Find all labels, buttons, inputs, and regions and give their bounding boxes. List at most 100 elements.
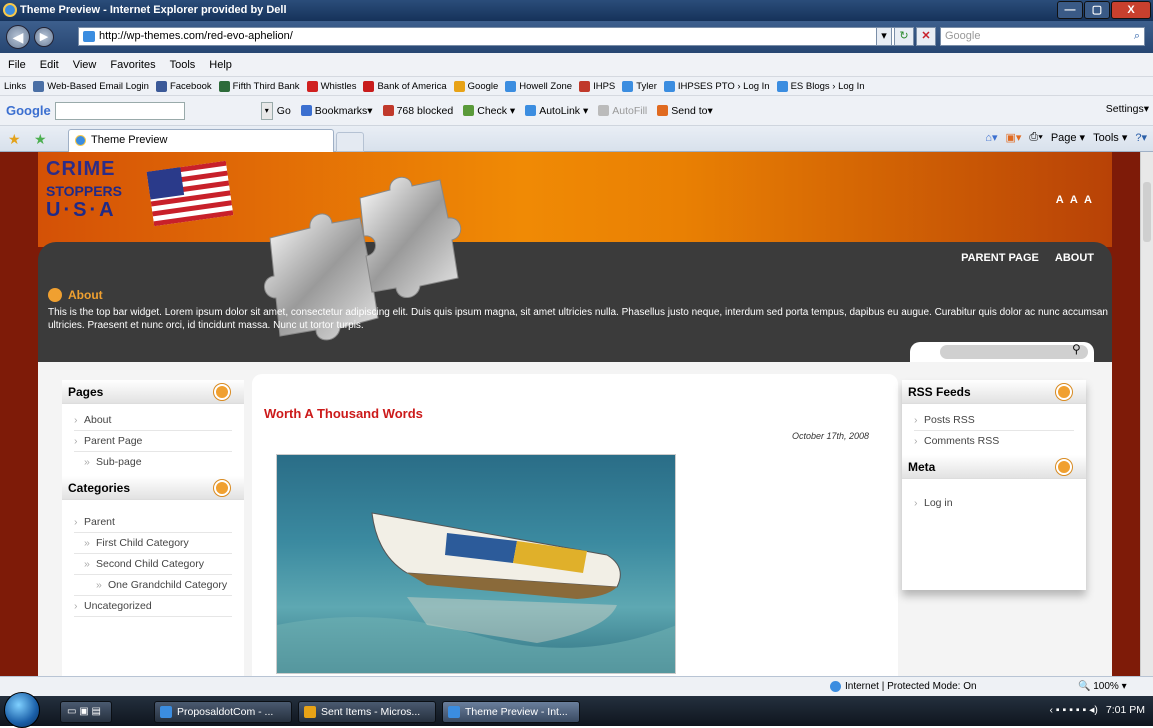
link-tyler[interactable]: Tyler bbox=[622, 80, 657, 92]
post-image-rowboat[interactable] bbox=[276, 454, 676, 674]
menu-file[interactable]: File bbox=[8, 59, 26, 71]
category-grandchild[interactable]: One Grandchild Category bbox=[74, 575, 232, 596]
menu-tools[interactable]: Tools bbox=[170, 59, 196, 71]
rss-title: RSS Feeds bbox=[908, 385, 971, 399]
google-go-button[interactable]: Go bbox=[277, 105, 291, 117]
widget-title-pages: Pages bbox=[62, 380, 244, 404]
google-dropdown-icon[interactable]: ▾ bbox=[260, 101, 273, 120]
link-web-email[interactable]: Web-Based Email Login bbox=[33, 80, 149, 92]
link-fifth-third[interactable]: Fifth Third Bank bbox=[218, 80, 300, 92]
ie-icon bbox=[75, 135, 86, 146]
home-icon[interactable]: ⌂▾ bbox=[985, 131, 997, 144]
new-tab-button[interactable] bbox=[336, 132, 364, 152]
ie-icon bbox=[622, 80, 634, 92]
taskbar-proposal[interactable]: ProposaldotCom - ... bbox=[154, 701, 292, 723]
refresh-icon[interactable]: ↻ bbox=[894, 27, 914, 46]
back-button[interactable]: ◀ bbox=[6, 25, 30, 49]
about-text: This is the top bar widget. Lorem ipsum … bbox=[48, 307, 1108, 331]
toolbar-popup-blocker[interactable]: 768 blocked bbox=[382, 105, 453, 117]
link-ihps[interactable]: IHPS bbox=[579, 80, 615, 92]
quick-launch[interactable]: ▭ ▣ ▤ bbox=[60, 701, 112, 723]
taskbar-outlook[interactable]: Sent Items - Micros... bbox=[298, 701, 436, 723]
menu-view[interactable]: View bbox=[73, 59, 97, 71]
search-input[interactable]: Google ⌕ bbox=[940, 27, 1145, 46]
tools-menu[interactable]: Tools ▾ bbox=[1093, 131, 1127, 144]
categories-list: Parent First Child Category Second Child… bbox=[62, 500, 244, 621]
toolbar-autolink[interactable]: AutoLink ▾ bbox=[525, 105, 588, 117]
menu-help[interactable]: Help bbox=[209, 59, 232, 71]
block-icon bbox=[382, 105, 394, 116]
zoom-level[interactable]: 🔍 100% ▾ bbox=[1078, 681, 1127, 692]
tab-theme-preview[interactable]: Theme Preview bbox=[68, 129, 334, 152]
link-es-blogs[interactable]: ES Blogs › Log In bbox=[776, 80, 865, 92]
page-link-subpage[interactable]: Sub-page bbox=[74, 452, 232, 472]
help-icon[interactable]: ?▾ bbox=[1135, 131, 1147, 144]
maximize-button[interactable]: ▢ bbox=[1084, 1, 1110, 19]
clock[interactable]: 7:01 PM bbox=[1106, 704, 1145, 716]
minimize-button[interactable]: — bbox=[1057, 1, 1083, 19]
text-size-controls[interactable]: A A A bbox=[1056, 194, 1094, 206]
chevron-down-icon[interactable] bbox=[214, 384, 230, 400]
link-whistles[interactable]: Whistles bbox=[306, 80, 356, 92]
nav-about[interactable]: ABOUT bbox=[1055, 252, 1094, 264]
menu-favorites[interactable]: Favorites bbox=[110, 59, 155, 71]
start-button[interactable] bbox=[4, 692, 40, 728]
site-search-icon[interactable]: ⚲ bbox=[1072, 342, 1081, 356]
add-favorite-icon[interactable]: ★ bbox=[34, 131, 47, 148]
nav-parent-page[interactable]: PARENT PAGE bbox=[961, 252, 1039, 264]
category-uncategorized[interactable]: Uncategorized bbox=[74, 596, 232, 617]
forward-button[interactable]: ▶ bbox=[34, 27, 54, 47]
toolbar-autofill[interactable]: AutoFill bbox=[598, 105, 647, 117]
search-icon[interactable]: ⌕ bbox=[1134, 28, 1140, 45]
link-google[interactable]: Google bbox=[453, 80, 498, 92]
menu-edit[interactable]: Edit bbox=[40, 59, 59, 71]
feeds-icon[interactable]: ▣▾ bbox=[1005, 131, 1021, 144]
vertical-scrollbar[interactable] bbox=[1140, 152, 1153, 676]
favorites-star-icon[interactable]: ★ bbox=[8, 131, 21, 148]
page-link-about[interactable]: About bbox=[74, 410, 232, 431]
rss-list: Posts RSS Comments RSS bbox=[902, 404, 1086, 455]
post-title[interactable]: Worth A Thousand Words bbox=[264, 406, 423, 421]
security-zone[interactable]: Internet | Protected Mode: On bbox=[830, 681, 977, 692]
google-settings-button[interactable]: Settings▾ bbox=[1106, 103, 1149, 115]
site-search-input[interactable] bbox=[940, 345, 1088, 359]
print-icon[interactable]: ⎙▾ bbox=[1029, 131, 1042, 144]
link-label: Howell Zone bbox=[519, 80, 573, 92]
toolbar-label: AutoLink ▾ bbox=[539, 104, 589, 117]
toolbar-send-to[interactable]: Send to▾ bbox=[657, 105, 713, 117]
category-first-child[interactable]: First Child Category bbox=[74, 533, 232, 554]
chevron-down-icon[interactable] bbox=[1056, 459, 1072, 475]
close-button[interactable]: X bbox=[1111, 1, 1151, 19]
address-dropdown-icon[interactable]: ▾ bbox=[876, 27, 892, 46]
meta-login-link[interactable]: Log in bbox=[914, 493, 1074, 513]
rss-comments-link[interactable]: Comments RSS bbox=[914, 431, 1074, 451]
link-label: Bank of America bbox=[377, 80, 447, 92]
link-ihpses-pto[interactable]: IHPSES PTO › Log In bbox=[663, 80, 770, 92]
link-bank-of-america[interactable]: Bank of America bbox=[363, 80, 447, 92]
google-search-input[interactable] bbox=[54, 101, 185, 120]
toolbar-spellcheck[interactable]: Check ▾ bbox=[463, 105, 515, 117]
tray-icons[interactable]: ‹ ▪ ▪ ▪ ▪ ▪ ◂) bbox=[1050, 704, 1098, 716]
toolbar-label: Check ▾ bbox=[477, 104, 516, 117]
chevron-down-icon[interactable] bbox=[214, 480, 230, 496]
post-date: October 17th, 2008 bbox=[792, 431, 870, 441]
address-url: http://wp-themes.com/red-evo-aphelion/ bbox=[99, 30, 293, 42]
about-chevron-icon bbox=[48, 288, 62, 302]
taskbar-theme-preview[interactable]: Theme Preview - Int... bbox=[442, 701, 580, 723]
category-parent[interactable]: Parent bbox=[74, 512, 232, 533]
category-second-child[interactable]: Second Child Category bbox=[74, 554, 232, 575]
scrollbar-thumb[interactable] bbox=[1143, 182, 1151, 242]
toolbar-bookmarks[interactable]: Bookmarks▾ bbox=[300, 105, 373, 117]
stop-icon[interactable]: ✕ bbox=[916, 27, 936, 46]
rss-posts-link[interactable]: Posts RSS bbox=[914, 410, 1074, 431]
address-bar[interactable]: http://wp-themes.com/red-evo-aphelion/ bbox=[78, 27, 912, 46]
chevron-down-icon[interactable] bbox=[1056, 384, 1072, 400]
page-link-parent[interactable]: Parent Page bbox=[74, 431, 232, 452]
widget-title-categories: Categories bbox=[62, 476, 244, 500]
link-howell-zone[interactable]: Howell Zone bbox=[505, 80, 573, 92]
link-facebook[interactable]: Facebook bbox=[155, 80, 212, 92]
tab-row: ★ ★ Theme Preview ⌂▾ ▣▾ ⎙▾ Page ▾ Tools … bbox=[0, 126, 1153, 152]
page-menu[interactable]: Page ▾ bbox=[1051, 131, 1085, 144]
page-viewport: CRIME STOPPERS U·S·A A A A PARENT PAGE A… bbox=[0, 152, 1140, 676]
google-logo: Google bbox=[6, 103, 51, 118]
